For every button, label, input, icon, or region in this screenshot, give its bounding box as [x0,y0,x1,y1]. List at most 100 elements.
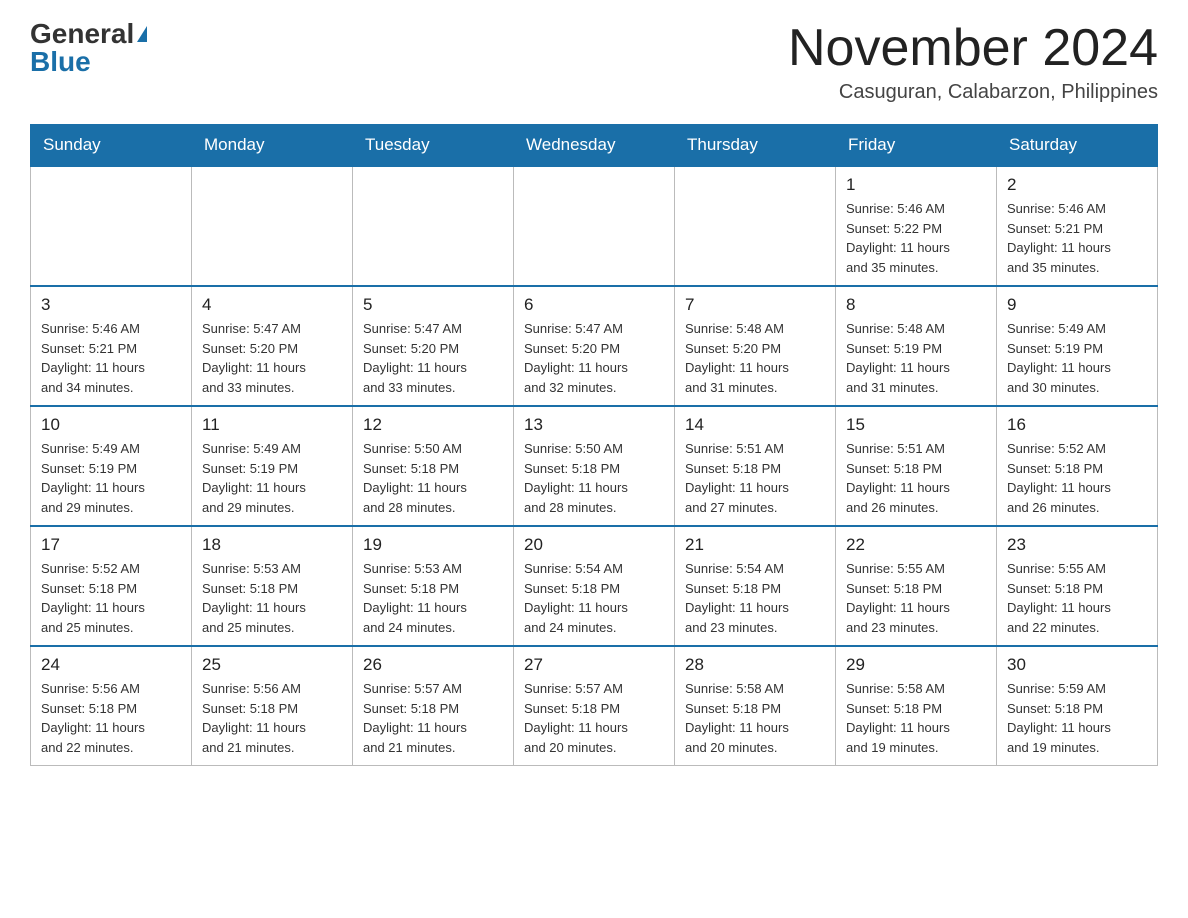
day-info: Sunrise: 5:49 AMSunset: 5:19 PMDaylight:… [202,439,342,517]
week-row-4: 17 Sunrise: 5:52 AMSunset: 5:18 PMDayligh… [31,526,1158,646]
day-info: Sunrise: 5:47 AMSunset: 5:20 PMDaylight:… [524,319,664,397]
calendar-cell: 12Sunrise: 5:50 AMSunset: 5:18 PMDayligh… [353,406,514,526]
week-row-1: 1 Sunrise: 5:46 AMSunset: 5:22 PMDaylight… [31,166,1158,286]
calendar-cell: 17 Sunrise: 5:52 AMSunset: 5:18 PMDayligh… [31,526,192,646]
day-info: Sunrise: 5:59 AMSunset: 5:18 PMDaylight:… [1007,679,1147,757]
day-number: 6 [524,295,664,315]
day-info: Sunrise: 5:52 AMSunset: 5:18 PMDaylight:… [1007,439,1147,517]
week-row-5: 24Sunrise: 5:56 AMSunset: 5:18 PMDayligh… [31,646,1158,766]
day-info: Sunrise: 5:57 AMSunset: 5:18 PMDaylight:… [524,679,664,757]
weekday-header-monday: Monday [192,125,353,167]
calendar-cell: 8 Sunrise: 5:48 AMSunset: 5:19 PMDaylight… [836,286,997,406]
weekday-header-wednesday: Wednesday [514,125,675,167]
day-number: 8 [846,295,986,315]
calendar-cell [192,166,353,286]
calendar-cell: 22 Sunrise: 5:55 AMSunset: 5:18 PMDayligh… [836,526,997,646]
calendar-table: SundayMondayTuesdayWednesdayThursdayFrid… [30,124,1158,766]
day-info: Sunrise: 5:46 AMSunset: 5:22 PMDaylight:… [846,199,986,277]
day-info: Sunrise: 5:57 AMSunset: 5:18 PMDaylight:… [363,679,503,757]
day-info: Sunrise: 5:52 AMSunset: 5:18 PMDaylight:… [41,559,181,637]
day-info: Sunrise: 5:53 AMSunset: 5:18 PMDaylight:… [202,559,342,637]
calendar-cell: 18Sunrise: 5:53 AMSunset: 5:18 PMDayligh… [192,526,353,646]
day-info: Sunrise: 5:46 AMSunset: 5:21 PMDaylight:… [1007,199,1147,277]
weekday-header-thursday: Thursday [675,125,836,167]
day-number: 2 [1007,175,1147,195]
day-info: Sunrise: 5:47 AMSunset: 5:20 PMDaylight:… [363,319,503,397]
calendar-cell: 11 Sunrise: 5:49 AMSunset: 5:19 PMDayligh… [192,406,353,526]
day-number: 9 [1007,295,1147,315]
calendar-cell: 1 Sunrise: 5:46 AMSunset: 5:22 PMDaylight… [836,166,997,286]
day-number: 29 [846,655,986,675]
calendar-cell: 13Sunrise: 5:50 AMSunset: 5:18 PMDayligh… [514,406,675,526]
calendar-cell: 21 Sunrise: 5:54 AMSunset: 5:18 PMDayligh… [675,526,836,646]
day-number: 3 [41,295,181,315]
calendar-cell: 6 Sunrise: 5:47 AMSunset: 5:20 PMDaylight… [514,286,675,406]
day-number: 4 [202,295,342,315]
day-number: 30 [1007,655,1147,675]
weekday-header-tuesday: Tuesday [353,125,514,167]
weekday-header-sunday: Sunday [31,125,192,167]
day-info: Sunrise: 5:55 AMSunset: 5:18 PMDaylight:… [846,559,986,637]
day-info: Sunrise: 5:53 AMSunset: 5:18 PMDaylight:… [363,559,503,637]
calendar-cell: 14Sunrise: 5:51 AMSunset: 5:18 PMDayligh… [675,406,836,526]
calendar-cell [675,166,836,286]
day-info: Sunrise: 5:48 AMSunset: 5:20 PMDaylight:… [685,319,825,397]
day-number: 17 [41,535,181,555]
calendar-cell: 27 Sunrise: 5:57 AMSunset: 5:18 PMDayligh… [514,646,675,766]
calendar-cell: 26 Sunrise: 5:57 AMSunset: 5:18 PMDayligh… [353,646,514,766]
calendar-cell: 29 Sunrise: 5:58 AMSunset: 5:18 PMDayligh… [836,646,997,766]
calendar-cell: 23 Sunrise: 5:55 AMSunset: 5:18 PMDayligh… [997,526,1158,646]
day-number: 26 [363,655,503,675]
day-info: Sunrise: 5:46 AMSunset: 5:21 PMDaylight:… [41,319,181,397]
day-info: Sunrise: 5:56 AMSunset: 5:18 PMDaylight:… [202,679,342,757]
calendar-cell: 3 Sunrise: 5:46 AMSunset: 5:21 PMDaylight… [31,286,192,406]
logo-triangle-icon [137,26,147,42]
calendar-cell: 2 Sunrise: 5:46 AMSunset: 5:21 PMDaylight… [997,166,1158,286]
calendar-cell: 19 Sunrise: 5:53 AMSunset: 5:18 PMDayligh… [353,526,514,646]
page-header: General Blue November 2024 Casuguran, Ca… [30,20,1158,104]
day-number: 27 [524,655,664,675]
day-info: Sunrise: 5:49 AMSunset: 5:19 PMDaylight:… [1007,319,1147,397]
location: Casuguran, Calabarzon, Philippines [788,81,1158,104]
day-info: Sunrise: 5:54 AMSunset: 5:18 PMDaylight:… [685,559,825,637]
calendar-cell: 15 Sunrise: 5:51 AMSunset: 5:18 PMDayligh… [836,406,997,526]
weekday-header-saturday: Saturday [997,125,1158,167]
day-info: Sunrise: 5:56 AMSunset: 5:18 PMDaylight:… [41,679,181,757]
day-number: 5 [363,295,503,315]
logo-blue-text: Blue [30,48,91,76]
calendar-cell: 24Sunrise: 5:56 AMSunset: 5:18 PMDayligh… [31,646,192,766]
logo-general-text: General [30,20,134,48]
month-title: November 2024 [788,20,1158,77]
day-number: 20 [524,535,664,555]
day-number: 1 [846,175,986,195]
day-number: 23 [1007,535,1147,555]
day-number: 15 [846,415,986,435]
day-number: 25 [202,655,342,675]
day-info: Sunrise: 5:58 AMSunset: 5:18 PMDaylight:… [685,679,825,757]
day-info: Sunrise: 5:58 AMSunset: 5:18 PMDaylight:… [846,679,986,757]
weekday-header-friday: Friday [836,125,997,167]
logo: General Blue [30,20,147,76]
week-row-2: 3 Sunrise: 5:46 AMSunset: 5:21 PMDaylight… [31,286,1158,406]
day-number: 21 [685,535,825,555]
calendar-cell: 10Sunrise: 5:49 AMSunset: 5:19 PMDayligh… [31,406,192,526]
day-number: 13 [524,415,664,435]
weekday-header-row: SundayMondayTuesdayWednesdayThursdayFrid… [31,125,1158,167]
calendar-cell: 20 Sunrise: 5:54 AMSunset: 5:18 PMDayligh… [514,526,675,646]
day-info: Sunrise: 5:49 AMSunset: 5:19 PMDaylight:… [41,439,181,517]
day-info: Sunrise: 5:55 AMSunset: 5:18 PMDaylight:… [1007,559,1147,637]
calendar-cell: 4Sunrise: 5:47 AMSunset: 5:20 PMDaylight… [192,286,353,406]
day-info: Sunrise: 5:48 AMSunset: 5:19 PMDaylight:… [846,319,986,397]
calendar-cell: 5 Sunrise: 5:47 AMSunset: 5:20 PMDaylight… [353,286,514,406]
day-info: Sunrise: 5:50 AMSunset: 5:18 PMDaylight:… [363,439,503,517]
day-info: Sunrise: 5:51 AMSunset: 5:18 PMDaylight:… [846,439,986,517]
calendar-cell: 16 Sunrise: 5:52 AMSunset: 5:18 PMDayligh… [997,406,1158,526]
calendar-cell: 28Sunrise: 5:58 AMSunset: 5:18 PMDayligh… [675,646,836,766]
calendar-cell: 30 Sunrise: 5:59 AMSunset: 5:18 PMDayligh… [997,646,1158,766]
day-info: Sunrise: 5:54 AMSunset: 5:18 PMDaylight:… [524,559,664,637]
calendar-cell: 7Sunrise: 5:48 AMSunset: 5:20 PMDaylight… [675,286,836,406]
day-number: 11 [202,415,342,435]
day-number: 22 [846,535,986,555]
day-number: 16 [1007,415,1147,435]
day-number: 19 [363,535,503,555]
